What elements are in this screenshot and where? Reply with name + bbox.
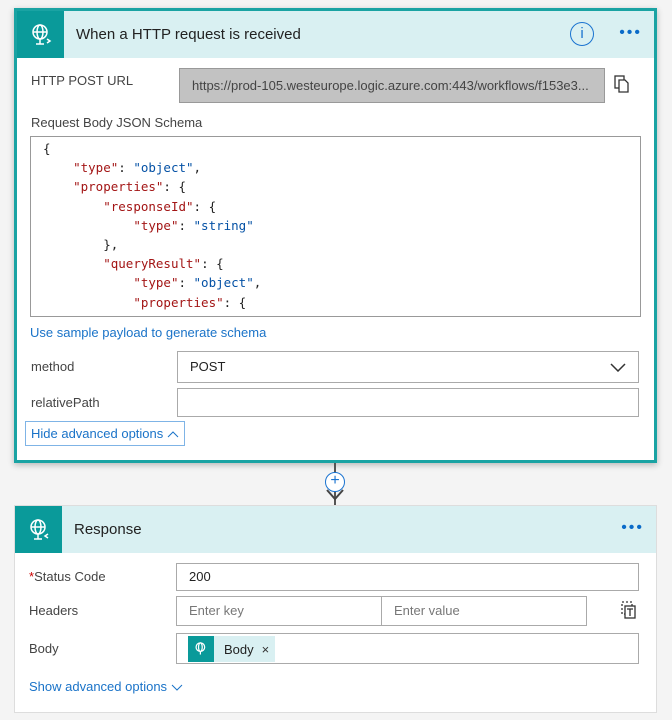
more-options-icon[interactable]: ••• <box>619 24 642 42</box>
code-token: : { <box>223 294 247 310</box>
url-label: HTTP POST URL <box>31 73 134 88</box>
code-token: "object" <box>193 275 254 291</box>
sample-payload-link[interactable]: Use sample payload to generate schema <box>30 325 266 340</box>
code-token: "queryText" <box>163 314 246 316</box>
body-label: Body <box>29 641 59 656</box>
code-token: "type" <box>73 160 119 176</box>
hide-advanced-button[interactable]: Hide advanced options <box>25 421 185 446</box>
code-line: "queryResult": { <box>31 254 640 273</box>
code-line: "type": "object", <box>31 158 640 177</box>
relpath-input[interactable] <box>177 388 639 417</box>
trigger-header[interactable]: When a HTTP request is received i ••• <box>17 11 654 58</box>
code-token: "properties" <box>133 294 224 310</box>
info-icon[interactable]: i <box>570 22 594 46</box>
code-token: , <box>253 275 262 291</box>
code-token: { <box>43 141 51 156</box>
header-value-input[interactable]: Enter value <box>381 596 587 626</box>
code-line: "type": "object", <box>31 273 640 292</box>
code-token: "queryResult" <box>103 256 202 272</box>
more-options-icon[interactable]: ••• <box>621 519 644 537</box>
code-line: "queryText": { <box>31 312 640 316</box>
response-header[interactable]: Response ••• <box>15 506 656 553</box>
code-token: "type" <box>133 275 179 291</box>
code-token: }, <box>43 236 119 252</box>
code-token: : <box>118 160 134 176</box>
show-advanced-label: Show advanced options <box>29 679 168 694</box>
hide-advanced-label: Hide advanced options <box>31 426 164 441</box>
remove-token-icon[interactable]: × <box>262 642 270 657</box>
body-token[interactable]: Body × <box>188 636 276 662</box>
code-line: "responseId": { <box>31 197 640 216</box>
code-token: : { <box>193 198 217 214</box>
code-token: : { <box>201 256 224 272</box>
trigger-card: When a HTTP request is received i ••• HT… <box>14 8 657 463</box>
status-label: *Status Code <box>29 569 106 584</box>
code-line: "type": "string" <box>31 216 640 235</box>
header-key-input[interactable]: Enter key <box>176 596 382 626</box>
code-token: , <box>193 160 202 176</box>
method-label: method <box>31 359 75 374</box>
card-title: Response <box>74 521 142 538</box>
card-title: When a HTTP request is received <box>76 26 301 43</box>
code-line: "properties": { <box>31 177 640 196</box>
url-field[interactable]: https://prod-105.westeurope.logic.azure.… <box>179 68 605 103</box>
schema-label: Request Body JSON Schema <box>31 115 203 130</box>
token-label: Body <box>224 641 254 657</box>
code-token: : { <box>163 179 186 195</box>
chevron-up-icon <box>167 431 179 438</box>
status-code-input[interactable]: 200 <box>176 563 639 591</box>
code-token: "object" <box>133 160 194 176</box>
code-token: : { <box>246 314 269 316</box>
arrow-down-icon <box>326 488 344 505</box>
method-value: POST <box>190 359 226 374</box>
chevron-down-icon <box>171 684 183 691</box>
globe-request-icon <box>188 636 214 662</box>
code-token: "properties" <box>73 179 164 195</box>
text-mode-icon[interactable] <box>621 601 637 622</box>
chevron-down-icon <box>610 363 626 372</box>
status-label-text: Status Code <box>34 569 106 584</box>
headers-label: Headers <box>29 603 79 618</box>
code-token: "string" <box>193 217 254 233</box>
code-token: : <box>178 275 194 291</box>
globe-response-icon <box>15 506 62 553</box>
relpath-label: relativePath <box>31 395 100 410</box>
code-line: "properties": { <box>31 293 640 312</box>
copy-icon[interactable] <box>614 75 630 96</box>
code-token: "responseId" <box>103 198 194 214</box>
globe-request-icon <box>17 11 64 58</box>
code-token: : <box>178 217 194 233</box>
method-select[interactable]: POST <box>177 351 639 383</box>
code-line: }, <box>31 235 640 254</box>
schema-editor[interactable]: { "type": "object", "properties": { "res… <box>30 136 641 317</box>
code-line: { <box>31 139 640 158</box>
code-token: "type" <box>133 217 179 233</box>
show-advanced-link[interactable]: Show advanced options <box>29 679 183 694</box>
